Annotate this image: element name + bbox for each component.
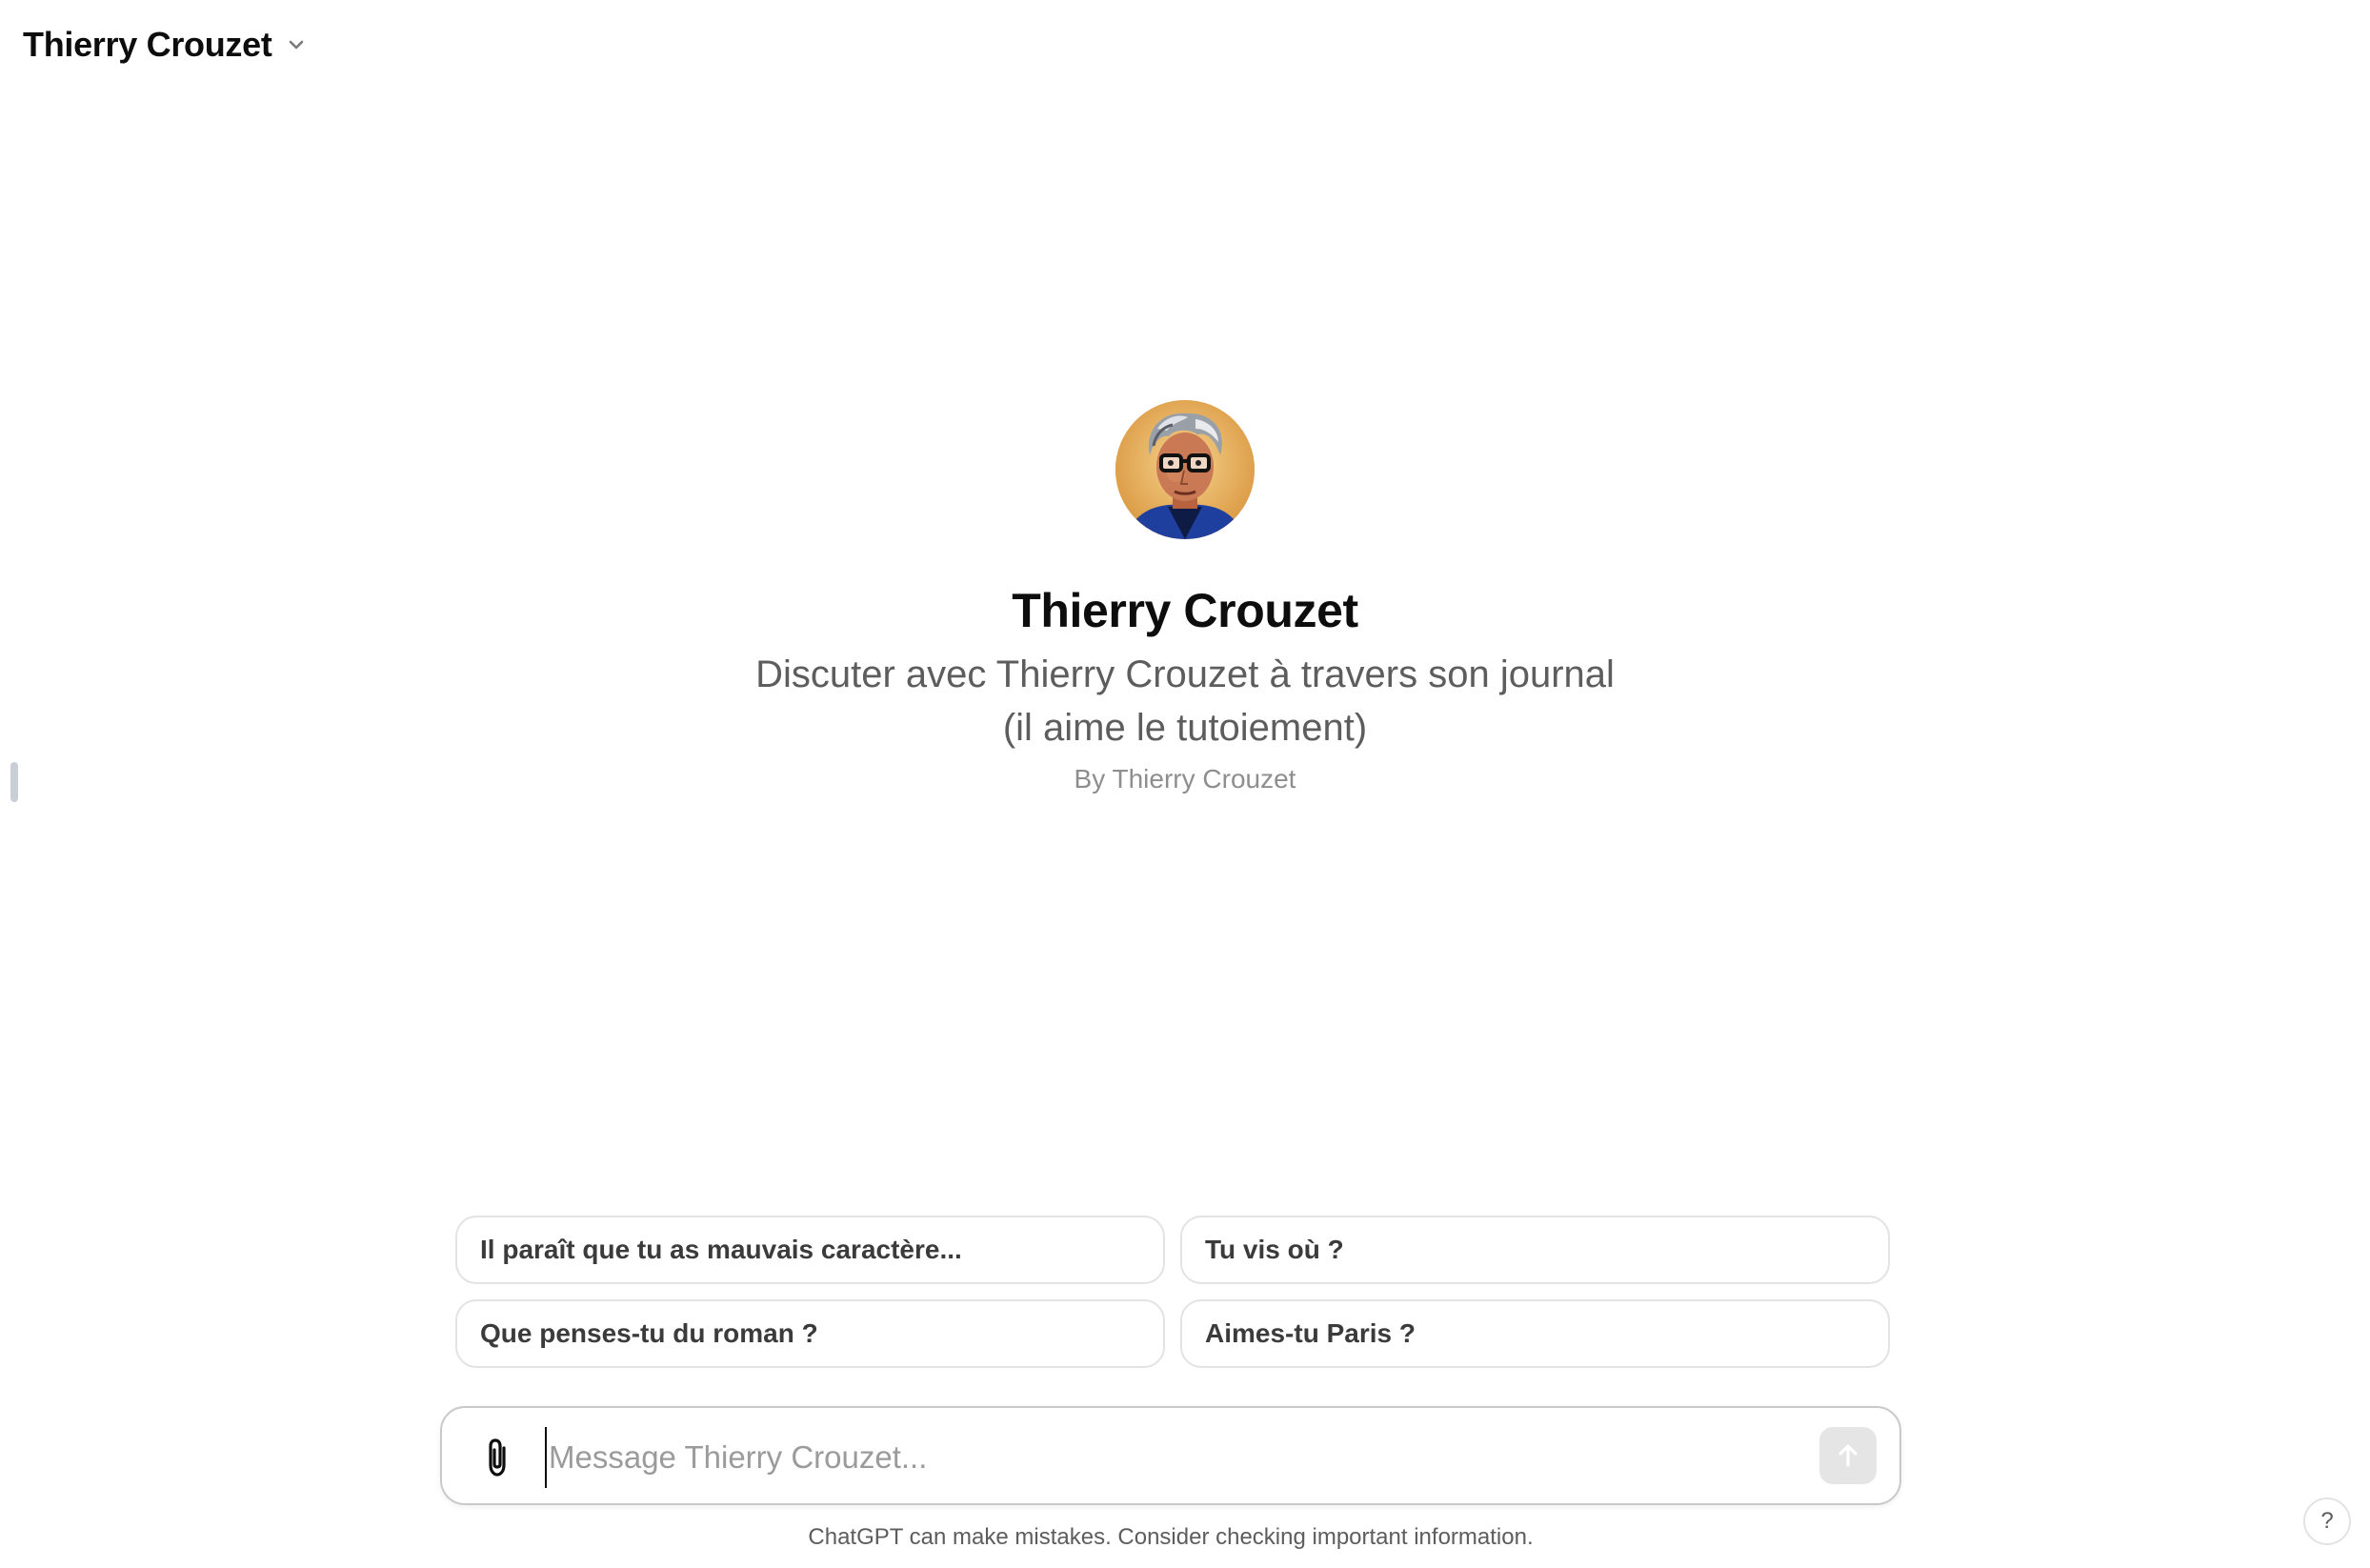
attach-file-button[interactable] [476,1435,518,1480]
gpt-description-line: (il aime le tutoiement) [1002,707,1368,749]
gpt-switcher-button[interactable]: Thierry Crouzet [23,21,314,69]
chevron-down-icon [286,34,307,55]
chat-page: Thierry Crouzet Thierry Crouzet Discuter… [0,0,2370,1568]
gpt-hero: Thierry Crouzet Discuter avec Thierry Cr… [0,400,2370,794]
help-button[interactable]: ? [2303,1498,2351,1545]
gpt-description-line: Discuter avec Thierry Crouzet à travers … [755,653,1615,695]
starter-button[interactable]: Il paraît que tu as mauvais caractère... [455,1216,1165,1284]
gpt-name: Thierry Crouzet [1012,584,1358,637]
conversation-starters: Il paraît que tu as mauvais caractère...… [455,1216,1890,1368]
message-composer [440,1406,1901,1505]
avatar [1115,400,1255,539]
paperclip-icon [489,1438,506,1477]
disclaimer-text: ChatGPT can make mistakes. Consider chec… [808,1524,1534,1550]
message-input[interactable] [545,1427,1770,1488]
starter-button[interactable]: Tu vis où ? [1180,1216,1890,1284]
gpt-author: By Thierry Crouzet [1074,764,1296,794]
avatar-portrait [1115,400,1255,539]
starter-button[interactable]: Que penses-tu du roman ? [455,1299,1165,1368]
gpt-description: Discuter avec Thierry Crouzet à travers … [755,648,1615,754]
gpt-title: Thierry Crouzet [23,25,272,64]
send-button[interactable] [1819,1427,1877,1484]
starter-button[interactable]: Aimes-tu Paris ? [1180,1299,1890,1368]
arrow-up-icon [1838,1444,1858,1467]
